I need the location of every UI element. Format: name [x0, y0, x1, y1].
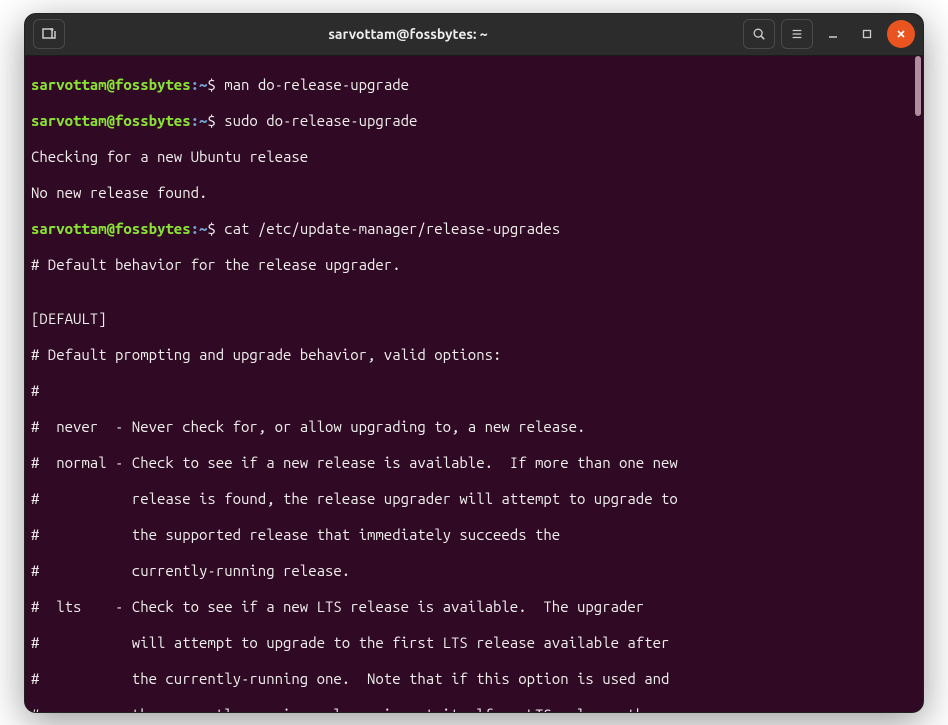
prompt-symbol: $	[207, 112, 215, 129]
output-line: # currently-running release.	[31, 562, 917, 580]
scrollbar[interactable]	[915, 56, 921, 712]
search-icon	[752, 27, 766, 41]
maximize-icon	[862, 29, 872, 39]
close-icon	[896, 29, 906, 39]
search-button[interactable]	[743, 19, 775, 49]
output-line: # Default behavior for the release upgra…	[31, 256, 917, 274]
output-line: # the supported release that immediately…	[31, 526, 917, 544]
maximize-button[interactable]	[853, 20, 881, 48]
window-title: sarvottam@fossbytes: ~	[73, 26, 743, 42]
close-button[interactable]	[887, 20, 915, 48]
titlebar: sarvottam@fossbytes: ~	[25, 14, 923, 56]
prompt-line: sarvottam@fossbytes:~$ sudo do-release-u…	[31, 112, 917, 130]
command-text: sudo do-release-upgrade	[224, 112, 417, 129]
prompt-user: sarvottam@fossbytes	[31, 112, 191, 129]
prompt-user: sarvottam@fossbytes	[31, 220, 191, 237]
output-line: # release is found, the release upgrader…	[31, 490, 917, 508]
output-line: # the currently-running release is not i…	[31, 706, 917, 712]
output-line: # lts - Check to see if a new LTS releas…	[31, 598, 917, 616]
output-line: [DEFAULT]	[31, 310, 917, 328]
output-line: # never - Never check for, or allow upgr…	[31, 418, 917, 436]
prompt-line: sarvottam@fossbytes:~$ man do-release-up…	[31, 76, 917, 94]
new-tab-icon	[41, 26, 57, 42]
minimize-button[interactable]	[819, 20, 847, 48]
hamburger-icon	[790, 27, 804, 41]
menu-button[interactable]	[781, 19, 813, 49]
minimize-icon	[828, 29, 838, 39]
terminal-window: sarvottam@fossbytes: ~ sarvottam@fossbyt…	[24, 13, 924, 713]
prompt-sep: :	[191, 112, 199, 129]
output-line: # Default prompting and upgrade behavior…	[31, 346, 917, 364]
terminal-area[interactable]: sarvottam@fossbytes:~$ man do-release-up…	[25, 56, 923, 712]
command-text: man do-release-upgrade	[224, 76, 409, 93]
scrollbar-thumb[interactable]	[915, 56, 921, 116]
prompt-sep: :	[191, 220, 199, 237]
prompt-symbol: $	[207, 220, 215, 237]
new-tab-button[interactable]	[33, 19, 65, 49]
prompt-sep: :	[191, 76, 199, 93]
prompt-user: sarvottam@fossbytes	[31, 76, 191, 93]
output-line: No new release found.	[31, 184, 917, 202]
output-line: Checking for a new Ubuntu release	[31, 148, 917, 166]
output-line: # normal - Check to see if a new release…	[31, 454, 917, 472]
prompt-symbol: $	[207, 76, 215, 93]
prompt-line: sarvottam@fossbytes:~$ cat /etc/update-m…	[31, 220, 917, 238]
command-text: cat /etc/update-manager/release-upgrades	[224, 220, 560, 237]
output-line: #	[31, 382, 917, 400]
output-line: # the currently-running one. Note that i…	[31, 670, 917, 688]
output-line: # will attempt to upgrade to the first L…	[31, 634, 917, 652]
